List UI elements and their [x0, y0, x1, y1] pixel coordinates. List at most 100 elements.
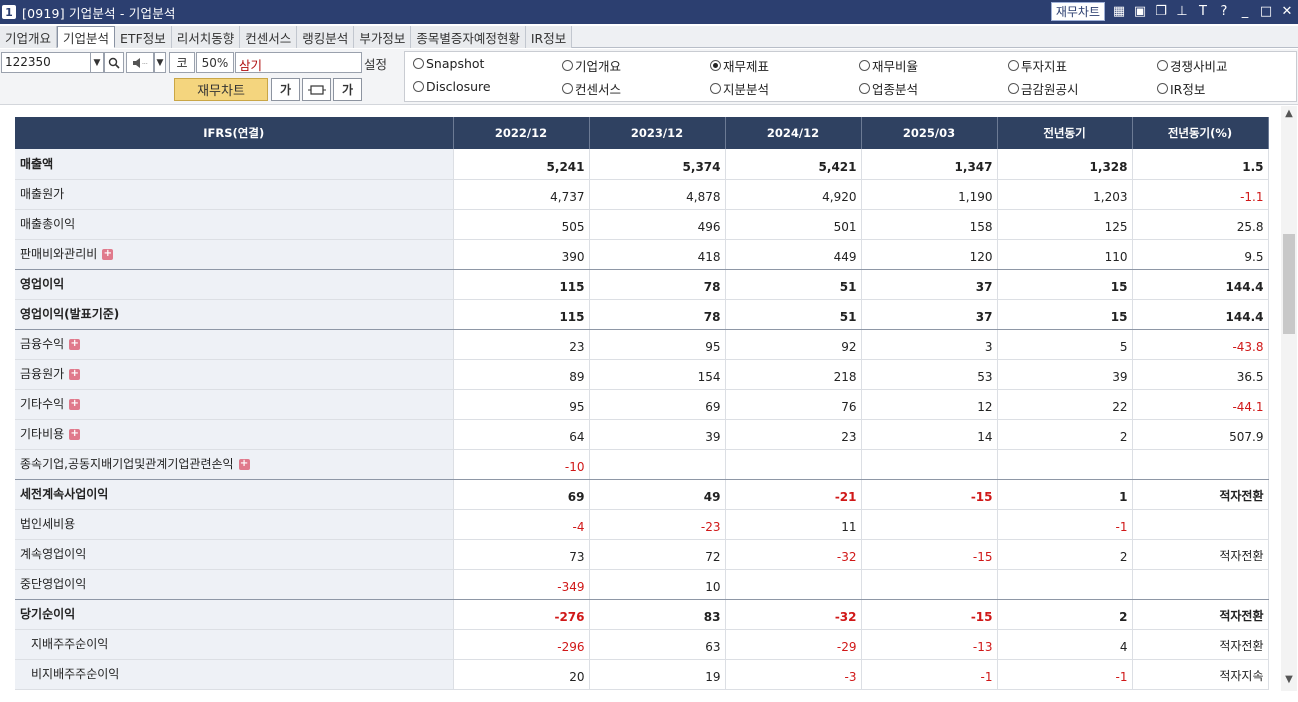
radio-competitor-comparison[interactable]: 경쟁사비교 — [1157, 56, 1228, 75]
value-cell: 1,190 — [861, 179, 998, 210]
row-label: 법인세비용 — [20, 516, 76, 531]
row-label-cell[interactable]: 종속기업,공동지배기업및관계기업관련손익 + — [15, 449, 454, 480]
row-label-cell: 중단영업이익 — [15, 569, 454, 600]
fin-chart-button[interactable]: 재무차트 — [174, 78, 268, 101]
row-label-cell[interactable]: 판매비와관리비 + — [15, 239, 454, 270]
scrollbar-thumb[interactable] — [1283, 234, 1295, 334]
tab-consensus[interactable]: 컨센서스 — [240, 26, 298, 48]
value-cell: -23 — [589, 509, 726, 540]
speaker-icon[interactable]: ··· — [126, 52, 154, 73]
radio-ir-info[interactable]: IR정보 — [1157, 79, 1205, 98]
value-cell: 1,203 — [997, 179, 1133, 210]
tab-company-analysis[interactable]: 기업분석 — [57, 26, 116, 48]
value-cell — [861, 509, 998, 540]
table-row: 지배주주순이익 -296 63 -29 -13 4 적자전환 — [15, 629, 1269, 660]
value-cell: -15 — [861, 539, 998, 570]
radio-company-overview[interactable]: 기업개요 — [562, 56, 621, 75]
value-cell: 507.9 — [1132, 419, 1269, 450]
radio-label: 재무비율 — [872, 59, 919, 74]
ratio-display[interactable]: 50% — [196, 52, 234, 73]
value-cell: 4,878 — [589, 179, 726, 210]
fin-chart-title-button[interactable]: 재무차트 — [1050, 2, 1105, 21]
tab-bar: 기업개요 기업분석 ETF정보 리서치동향 컨센서스 랭킹분석 부가정보 종목별… — [0, 26, 1298, 48]
scroll-down-icon[interactable]: ▼ — [1283, 674, 1295, 685]
value-cell: 158 — [861, 209, 998, 240]
row-label-cell[interactable]: 금융수익 + — [15, 329, 454, 360]
radio-fss-disclosure[interactable]: 금감원공시 — [1008, 79, 1079, 98]
value-cell: -1 — [861, 659, 998, 690]
window-icon[interactable]: ▣ — [1133, 4, 1147, 19]
tab-ir-info[interactable]: IR정보 — [525, 26, 573, 48]
expand-plus-icon[interactable]: + — [69, 338, 81, 350]
row-label-cell: 법인세비용 — [15, 509, 454, 540]
help-icon[interactable]: ? — [1217, 4, 1231, 19]
value-cell: -276 — [453, 599, 590, 630]
font-style-button[interactable]: 가 — [333, 78, 362, 101]
tab-etf-info[interactable]: ETF정보 — [115, 26, 172, 48]
chart-icon[interactable]: ▦ — [1112, 4, 1126, 19]
row-label-cell[interactable]: 금융원가 + — [15, 359, 454, 390]
value-cell: 적자전환 — [1132, 479, 1269, 510]
expand-plus-icon[interactable]: + — [69, 398, 81, 410]
settings-button[interactable]: 설정 — [364, 54, 387, 73]
value-cell: 적자전환 — [1132, 599, 1269, 630]
value-cell: 적자지속 — [1132, 659, 1269, 690]
expand-plus-icon[interactable]: + — [102, 248, 114, 260]
vertical-scrollbar[interactable]: ▲ ▼ — [1281, 106, 1297, 691]
value-cell: 5,374 — [589, 149, 726, 180]
stock-code-input[interactable]: 122350 — [1, 52, 91, 73]
value-cell: 적자전환 — [1132, 539, 1269, 570]
value-cell: 2 — [997, 599, 1133, 630]
tab-ranking-analysis[interactable]: 랭킹분석 — [297, 26, 355, 48]
value-cell: 1.5 — [1132, 149, 1269, 180]
radio-industry-analysis[interactable]: 업종분석 — [859, 79, 918, 98]
radio-financial-ratios[interactable]: 재무비율 — [859, 56, 918, 75]
font-size-button[interactable]: 가 — [271, 78, 300, 101]
pin-icon[interactable]: ⊥ — [1175, 4, 1189, 19]
value-cell: 23 — [725, 419, 862, 450]
value-cell: 39 — [997, 359, 1133, 390]
table-row: 계속영업이익 73 72 -32 -15 2 적자전환 — [15, 539, 1269, 570]
value-cell: 95 — [589, 329, 726, 360]
row-label-cell: 영업이익(발표기준) — [15, 299, 454, 330]
tab-research-trend[interactable]: 리서치동향 — [171, 26, 241, 48]
radio-disclosure[interactable]: Disclosure — [413, 79, 491, 94]
row-label: 기타비용 — [20, 426, 65, 441]
search-icon[interactable] — [104, 52, 124, 73]
value-cell: 69 — [453, 479, 590, 510]
fit-width-icon[interactable] — [302, 78, 331, 101]
expand-plus-icon[interactable]: + — [238, 458, 250, 470]
stock-name-input[interactable]: 삼기 — [235, 52, 362, 73]
tab-additional-info[interactable]: 부가정보 — [354, 26, 412, 48]
maximize-icon[interactable]: □ — [1259, 4, 1273, 19]
value-cell: 49 — [589, 479, 726, 510]
value-cell: 496 — [589, 209, 726, 240]
header-yoy: 전년동기 — [997, 117, 1133, 149]
tab-company-overview[interactable]: 기업개요 — [0, 26, 58, 48]
table-row: 영업이익(발표기준) 115 78 51 37 15 144.4 — [15, 299, 1269, 330]
row-label-cell[interactable]: 기타비용 + — [15, 419, 454, 450]
radio-snapshot[interactable]: Snapshot — [413, 56, 484, 71]
code-dropdown-arrow-icon[interactable]: ▼ — [90, 52, 104, 73]
row-label: 중단영업이익 — [20, 576, 87, 591]
radio-shareholding-analysis[interactable]: 지분분석 — [710, 79, 769, 98]
expand-plus-icon[interactable]: + — [69, 428, 81, 440]
font-icon[interactable]: T — [1196, 4, 1210, 19]
radio-financial-statements[interactable]: 재무제표 — [710, 56, 769, 75]
radio-investment-indicators[interactable]: 투자지표 — [1008, 56, 1067, 75]
value-cell: 19 — [589, 659, 726, 690]
value-cell: 64 — [453, 419, 590, 450]
tab-capital-increase-schedule[interactable]: 종목별증자예정현황 — [411, 26, 526, 48]
copy-icon[interactable]: ❐ — [1154, 4, 1168, 19]
value-cell: 501 — [725, 209, 862, 240]
minimize-icon[interactable]: _ — [1238, 4, 1252, 19]
value-cell: -349 — [453, 569, 590, 600]
radio-consensus[interactable]: 컨센서스 — [562, 79, 621, 98]
scroll-up-icon[interactable]: ▲ — [1283, 108, 1295, 119]
row-label-cell: 비지배주주순이익 — [15, 659, 454, 690]
row-label-cell[interactable]: 기타수익 + — [15, 389, 454, 420]
close-icon[interactable]: ✕ — [1280, 4, 1294, 19]
speaker-dropdown-arrow-icon[interactable]: ▼ — [154, 52, 166, 73]
ko-button[interactable]: 코 — [169, 52, 195, 73]
expand-plus-icon[interactable]: + — [69, 368, 81, 380]
